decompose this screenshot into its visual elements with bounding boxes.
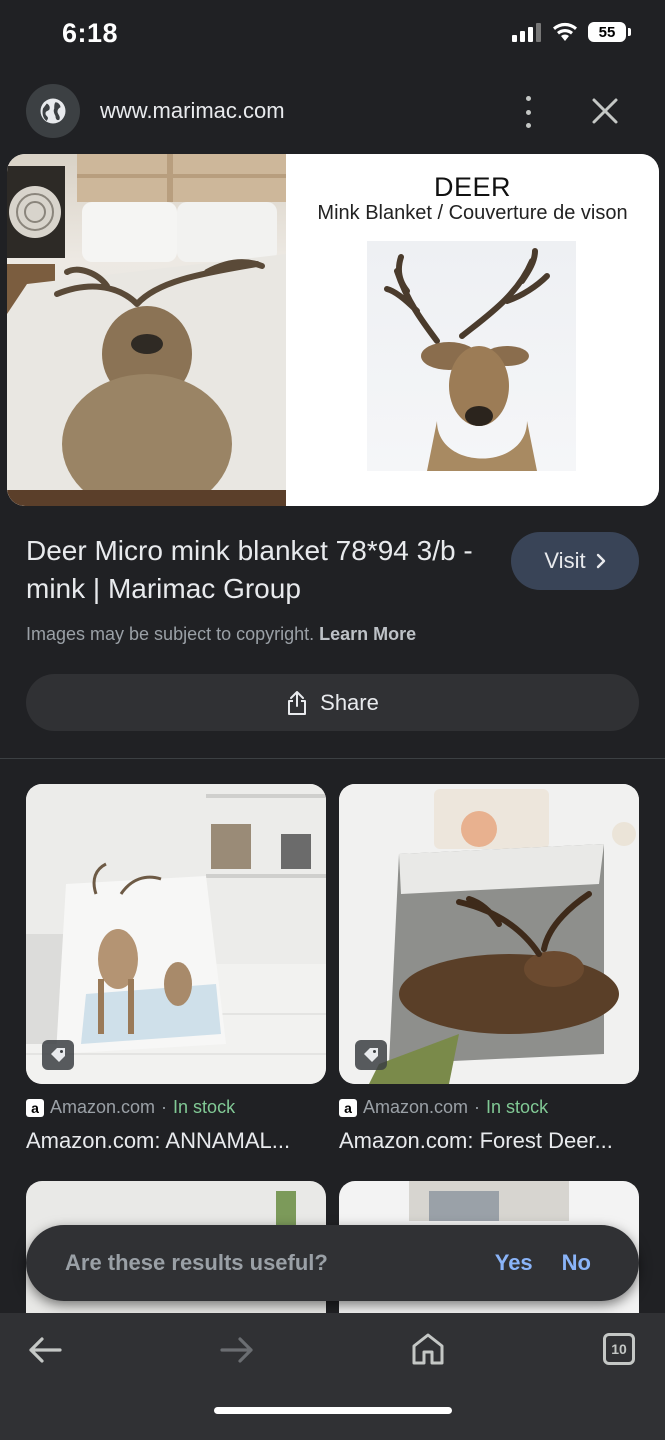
share-label: Share	[320, 689, 379, 715]
globe-icon	[40, 98, 66, 124]
stock-status: In stock	[486, 1097, 549, 1117]
tag-icon	[355, 1040, 387, 1070]
share-icon	[288, 690, 307, 715]
hero-title: DEER	[433, 172, 511, 202]
related-title-1[interactable]: Amazon.com: ANNAMAL...	[26, 1128, 326, 1154]
share-button[interactable]: Share	[26, 674, 639, 731]
chevron-right-icon	[596, 553, 605, 569]
related-source-1: a Amazon.com · In stock	[26, 1097, 235, 1118]
amazon-favicon-icon: a	[26, 1098, 44, 1117]
visit-label: Visit	[544, 548, 586, 573]
home-icon[interactable]	[410, 1331, 446, 1367]
more-options-icon[interactable]	[517, 96, 539, 128]
feedback-question: Are these results useful?	[65, 1250, 328, 1275]
related-image-1[interactable]	[26, 784, 326, 1084]
learn-more-link[interactable]: Learn More	[319, 624, 416, 644]
bed-photo	[7, 154, 286, 506]
deer-photo	[367, 241, 576, 471]
status-icons: 55	[512, 22, 631, 42]
wifi-icon	[553, 22, 577, 41]
related-title-2[interactable]: Amazon.com: Forest Deer...	[339, 1128, 639, 1154]
stock-status: In stock	[173, 1097, 236, 1117]
feedback-snackbar: Are these results useful? Yes No	[26, 1225, 639, 1301]
tab-count: 10	[611, 1341, 627, 1357]
home-indicator[interactable]	[214, 1407, 452, 1414]
tab-switcher-button[interactable]: 10	[603, 1333, 635, 1365]
copyright-notice: Images may be subject to copyright. Lear…	[26, 624, 416, 645]
related-source-2: a Amazon.com · In stock	[339, 1097, 548, 1118]
amazon-favicon-icon: a	[339, 1098, 357, 1117]
related-image-2[interactable]	[339, 784, 639, 1084]
main-image[interactable]: DEER Mink Blanket / Couverture de vison	[7, 154, 659, 506]
bottom-toolbar: 10	[0, 1313, 665, 1440]
feedback-no-button[interactable]: No	[562, 1250, 591, 1276]
visit-button[interactable]: Visit	[511, 532, 639, 590]
signal-icon	[512, 23, 541, 42]
back-arrow-icon[interactable]	[26, 1335, 64, 1365]
result-title[interactable]: Deer Micro mink blanket 78*94 3/b - mink…	[26, 532, 476, 608]
status-time: 6:18	[62, 18, 119, 48]
close-icon[interactable]	[588, 94, 622, 128]
forward-arrow-icon[interactable]	[218, 1335, 256, 1365]
section-divider	[0, 758, 665, 759]
source-name: Amazon.com	[363, 1097, 469, 1117]
site-info-button[interactable]	[26, 84, 80, 138]
battery-indicator: 55	[588, 22, 626, 42]
hero-subtitle: Mink Blanket / Couverture de vison	[317, 202, 628, 224]
tag-icon	[42, 1040, 74, 1070]
copyright-text: Images may be subject to copyright.	[26, 624, 315, 644]
url-text[interactable]: www.marimac.com	[100, 98, 285, 124]
feedback-yes-button[interactable]: Yes	[495, 1250, 533, 1276]
source-name: Amazon.com	[50, 1097, 156, 1117]
